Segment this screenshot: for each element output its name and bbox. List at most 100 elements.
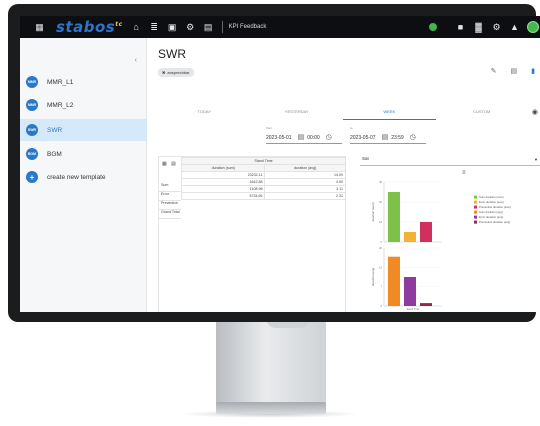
logo-text: stabos	[56, 18, 116, 36]
status-chip[interactable]: ✖ ansprechbar	[158, 68, 194, 77]
monitor-stand	[216, 318, 326, 406]
cell-avg: 3.11	[264, 185, 346, 193]
eye-icon[interactable]: ◉	[532, 108, 538, 116]
export-icon[interactable]: ▤	[171, 161, 176, 167]
gear-icon[interactable]: ⚙	[492, 22, 501, 32]
pivot-table: Stand Time duration (sum) duration (avg)…	[180, 157, 346, 200]
chart-icon[interactable]: ≣	[150, 22, 159, 32]
print-icon[interactable]: ▤	[511, 67, 518, 75]
calendar-icon[interactable]: ▤	[204, 22, 213, 32]
sidebar-item-mmr-l1[interactable]: MMR MMR_L1	[20, 71, 147, 93]
y-tick-label: 13	[379, 265, 382, 269]
from-label: from	[266, 126, 272, 130]
tab-custom[interactable]: CUSTOM	[436, 106, 529, 120]
bell-icon[interactable]: ▲	[510, 22, 519, 32]
legend-label: Preventive duration (avg)	[479, 220, 510, 224]
tab-week[interactable]: WEEK	[343, 106, 436, 120]
legend-label: Error duration (avg)	[479, 215, 503, 219]
legend-swatch	[474, 210, 477, 214]
from-time: 00:00	[307, 135, 320, 141]
create-template-button[interactable]: + create new template	[20, 166, 147, 188]
select-value: Sat	[362, 156, 369, 161]
chart-type-select[interactable]: Sat ▼	[360, 156, 540, 166]
to-time: 23:59	[391, 135, 404, 141]
cell-sum: 5734.65	[180, 192, 266, 200]
period-tabs: TODAY YESTERDAY WEEK CUSTOM	[158, 106, 528, 120]
status-chip-label: ansprechbar	[167, 70, 190, 75]
topbar-right: ■ ▓ ⚙ ▲	[429, 16, 539, 38]
template-title: SWR	[158, 47, 186, 61]
legend-swatch	[474, 205, 477, 209]
table-row: 1642.88 4.90	[180, 178, 346, 186]
apps-grid-icon[interactable]: ▦	[35, 22, 44, 32]
table-row: 23232.11 14.09	[180, 171, 346, 179]
sidebar-item-mmr-l2[interactable]: MMR MMR_L2	[20, 94, 147, 116]
clock-icon[interactable]: ◷	[410, 133, 416, 141]
monitor-foot	[216, 402, 326, 414]
plus-icon: +	[26, 171, 38, 183]
layers-icon[interactable]: ▣	[168, 22, 177, 32]
app-logo[interactable]: stabostc	[56, 18, 123, 36]
sidebar-item-label: MMR_L1	[47, 78, 74, 86]
copy-icon[interactable]: ▮	[531, 67, 535, 75]
edit-icon[interactable]: ✎	[491, 67, 497, 75]
sidebar-item-bgm[interactable]: BGM BGM	[20, 143, 147, 165]
sidebar-item-swr[interactable]: SWR SWR	[20, 119, 147, 141]
avatar[interactable]	[527, 21, 539, 33]
home-icon[interactable]: ⌂	[132, 22, 141, 32]
calendar-icon[interactable]: ▤	[382, 133, 389, 141]
header-actions: ✎ ▤ ▮	[491, 67, 535, 75]
legend-label: Sum duration (avg)	[479, 210, 503, 214]
tab-yesterday[interactable]: YESTERDAY	[251, 106, 344, 120]
status-online-icon	[429, 23, 437, 31]
tab-today[interactable]: TODAY	[158, 106, 251, 120]
from-date: 2023-05-01	[266, 135, 292, 141]
y-tick-label: 20	[379, 200, 382, 204]
table-settings-icon[interactable]: ▦	[162, 161, 167, 167]
row-label: Grand Total	[159, 210, 181, 219]
clock-icon[interactable]: ◷	[326, 133, 332, 141]
sidebar: ‹ MMR MMR_L1 MMR MMR_L2 SWR SWR BGM BGM …	[20, 38, 147, 312]
group-header: Stand Time	[181, 157, 346, 165]
collapse-icon[interactable]: ‹	[135, 57, 137, 64]
main-content: SWR ✖ ansprechbar ✎ ▤ ▮ TODAY YESTERDAY W…	[148, 38, 540, 312]
y-tick-label: 30	[379, 180, 382, 184]
settings-icon[interactable]: ⚙	[186, 22, 195, 32]
table-row: 1108.98 3.11	[180, 185, 346, 193]
y-tick-label: 7	[381, 285, 383, 289]
top-bar: ▦ stabostc ⌂ ≣ ▣ ⚙ ▤ KPI Feedback ■ ▓ ⚙ …	[20, 16, 540, 38]
chevron-down-icon: ▼	[534, 157, 538, 162]
y-tick-label: 20	[379, 246, 382, 250]
cell-avg: 2.31	[264, 192, 346, 200]
bar	[420, 303, 432, 306]
y-axis-label: duration (sum)	[371, 202, 375, 221]
cell-sum: 23232.11	[180, 171, 266, 179]
document-icon[interactable]: ■	[456, 22, 465, 32]
row-label: Error	[159, 192, 181, 201]
template-badge: MMR	[26, 76, 38, 88]
screen: ▦ stabostc ⌂ ≣ ▣ ⚙ ▤ KPI Feedback ■ ▓ ⚙ …	[20, 16, 540, 312]
y-axis-label: duration (avg)	[371, 268, 375, 287]
cell-avg: 4.90	[264, 178, 346, 186]
legend-swatch	[474, 220, 477, 224]
summary-table: ▦ ▤ Stand Time duration (sum) duration (…	[158, 156, 346, 312]
bar	[388, 256, 400, 306]
row-label: Preventive	[159, 201, 181, 210]
legend-swatch	[474, 215, 477, 219]
bar	[388, 192, 400, 242]
from-range[interactable]: from 2023-05-01 ▤ 00:00 ◷	[266, 126, 342, 144]
col-header: duration (avg)	[264, 164, 346, 172]
sidebar-item-label: BGM	[47, 150, 62, 158]
logo-sup: tc	[115, 21, 123, 28]
y-tick-label: 0	[381, 304, 383, 308]
calendar-icon[interactable]: ▤	[298, 133, 305, 141]
y-tick-label: 10	[379, 220, 382, 224]
to-range[interactable]: to 2023-05-07 ▤ 23:59 ◷	[350, 126, 426, 144]
sidebar-item-label: MMR_L2	[47, 101, 74, 109]
legend-label: Sum duration (sum)	[479, 195, 504, 199]
create-template-label: create new template	[47, 173, 106, 181]
stats-icon[interactable]: ▓	[474, 22, 483, 32]
cell-avg: 14.09	[264, 171, 346, 179]
row-labels: Sum Error Preventive Grand Total	[159, 183, 181, 219]
template-badge: SWR	[26, 124, 38, 136]
